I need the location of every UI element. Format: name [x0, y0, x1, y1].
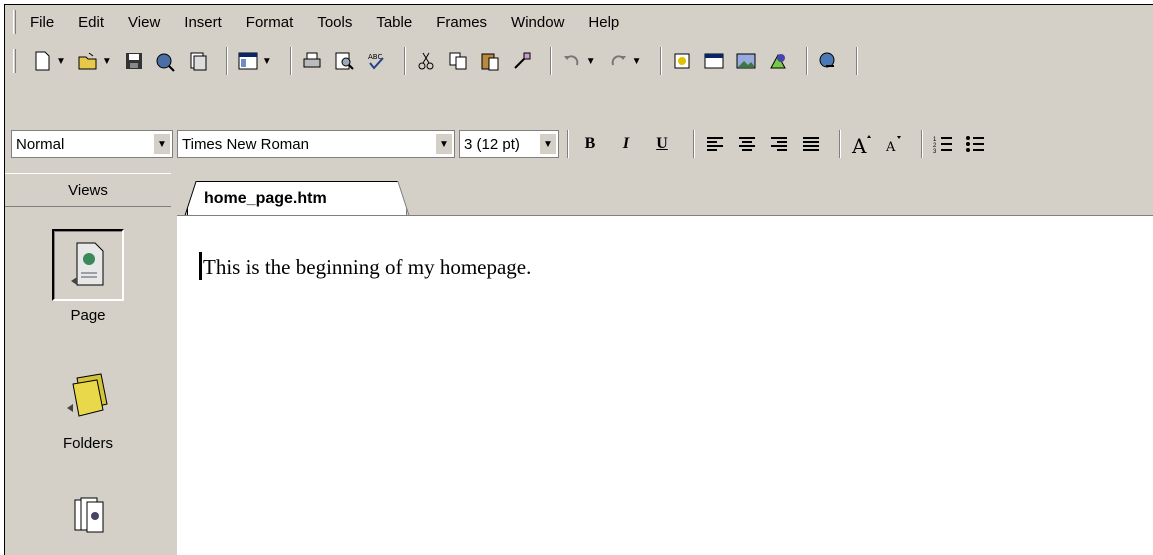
redo-icon[interactable]: [606, 49, 630, 73]
view-folders[interactable]: Folders: [5, 359, 171, 452]
print-icon[interactable]: [300, 49, 324, 73]
cut-icon[interactable]: [414, 49, 438, 73]
toolbar-separator: [659, 47, 662, 75]
insert-table-icon[interactable]: [702, 49, 726, 73]
open-dropdown-arrow[interactable]: ▼: [102, 56, 112, 67]
folder-list-icon[interactable]: [186, 49, 210, 73]
menu-frames[interactable]: Frames: [436, 14, 487, 31]
page-view-icon[interactable]: [52, 229, 124, 301]
decrease-font-size-icon[interactable]: A: [881, 132, 905, 156]
menu-bar: File Edit View Insert Format Tools Table…: [5, 5, 1153, 39]
menu-insert[interactable]: Insert: [184, 14, 222, 31]
justify-icon[interactable]: [799, 132, 823, 156]
copy-icon[interactable]: [446, 49, 470, 73]
menu-tools[interactable]: Tools: [317, 14, 352, 31]
font-size-dropdown[interactable]: 3 (12 pt) ▼: [459, 130, 559, 158]
redo-dropdown-arrow[interactable]: ▼: [632, 56, 642, 67]
toolbar-separator: [225, 47, 228, 75]
drawing-icon[interactable]: [766, 49, 790, 73]
views-bar-icon[interactable]: [236, 49, 260, 73]
page-editor-area[interactable]: This is the beginning of my homepage.: [177, 215, 1153, 555]
bold-icon[interactable]: B: [577, 131, 603, 157]
toolbar-separator: [567, 130, 569, 158]
paste-icon[interactable]: [478, 49, 502, 73]
publish-web-icon[interactable]: [154, 49, 178, 73]
new-page-icon[interactable]: [30, 49, 54, 73]
font-size-value: 3 (12 pt): [464, 135, 520, 153]
open-folder-icon[interactable]: [76, 49, 100, 73]
tab-label: home_page.htm: [204, 189, 327, 207]
editor: home_page.htm This is the beginning of m…: [177, 173, 1153, 555]
svg-text:A: A: [885, 140, 896, 155]
toolbar-separator: [693, 130, 695, 158]
menu-table[interactable]: Table: [376, 14, 412, 31]
style-value: Normal: [16, 135, 65, 153]
view-folders-label: Folders: [62, 435, 114, 452]
standard-toolbar: ▼ ▼ ▼ ABC ▼ ▼: [5, 41, 1153, 81]
view-page-label: Page: [70, 307, 106, 324]
toolbar-separator: [839, 130, 841, 158]
chevron-down-icon[interactable]: ▼: [154, 134, 170, 154]
save-icon[interactable]: [122, 49, 146, 73]
chevron-down-icon[interactable]: ▼: [540, 134, 556, 154]
svg-text:3: 3: [933, 149, 937, 155]
views-header: Views: [5, 173, 171, 207]
menu-window[interactable]: Window: [511, 14, 564, 31]
app-window: File Edit View Insert Format Tools Table…: [4, 4, 1153, 555]
formatting-toolbar: Normal ▼ Times New Roman ▼ 3 (12 pt) ▼ B…: [5, 123, 1153, 165]
view-reports[interactable]: [5, 483, 171, 553]
hyperlink-icon[interactable]: [816, 49, 840, 73]
italic-icon[interactable]: I: [613, 131, 639, 157]
bulleted-list-icon[interactable]: [963, 132, 987, 156]
menu-view[interactable]: View: [128, 14, 160, 31]
folders-view-icon[interactable]: [53, 359, 123, 429]
align-center-icon[interactable]: [735, 132, 759, 156]
page-content-text[interactable]: This is the beginning of my homepage.: [199, 252, 531, 280]
page-content: This is the beginning of my homepage.: [203, 255, 532, 279]
style-dropdown[interactable]: Normal ▼: [11, 130, 173, 158]
insert-component-icon[interactable]: [670, 49, 694, 73]
menu-help[interactable]: Help: [588, 14, 619, 31]
align-left-icon[interactable]: [703, 132, 727, 156]
chevron-down-icon[interactable]: ▼: [436, 134, 452, 154]
tab-strip: home_page.htm: [177, 173, 1153, 215]
toolbar-separator: [289, 47, 292, 75]
text-cursor: [199, 252, 202, 280]
toolbar-separator: [549, 47, 552, 75]
toolbar-separator: [921, 130, 923, 158]
view-page[interactable]: Page: [5, 229, 171, 324]
toolbar-grip[interactable]: [13, 49, 16, 73]
new-dropdown-arrow[interactable]: ▼: [56, 56, 66, 67]
increase-font-size-icon[interactable]: A: [849, 132, 873, 156]
menu-format[interactable]: Format: [246, 14, 294, 31]
menu-edit[interactable]: Edit: [78, 14, 104, 31]
spelling-icon[interactable]: ABC: [364, 49, 388, 73]
views-dropdown-arrow[interactable]: ▼: [262, 56, 272, 67]
reports-view-icon[interactable]: [53, 483, 123, 553]
toolbar-separator: [855, 47, 858, 75]
toolbar-separator: [805, 47, 808, 75]
undo-icon[interactable]: [560, 49, 584, 73]
menu-file[interactable]: File: [30, 14, 54, 31]
toolbar-separator: [403, 47, 406, 75]
menu-grip[interactable]: [13, 10, 16, 34]
font-value: Times New Roman: [182, 135, 309, 153]
views-panel: Page Folders: [5, 209, 171, 555]
font-dropdown[interactable]: Times New Roman ▼: [177, 130, 455, 158]
underline-icon[interactable]: U: [649, 131, 675, 157]
numbered-list-icon[interactable]: 123: [931, 132, 955, 156]
print-preview-icon[interactable]: [332, 49, 356, 73]
align-right-icon[interactable]: [767, 132, 791, 156]
insert-picture-icon[interactable]: [734, 49, 758, 73]
svg-text:A: A: [851, 134, 867, 155]
tab-home-page[interactable]: home_page.htm: [187, 181, 407, 215]
undo-dropdown-arrow[interactable]: ▼: [586, 56, 596, 67]
format-painter-icon[interactable]: [510, 49, 534, 73]
